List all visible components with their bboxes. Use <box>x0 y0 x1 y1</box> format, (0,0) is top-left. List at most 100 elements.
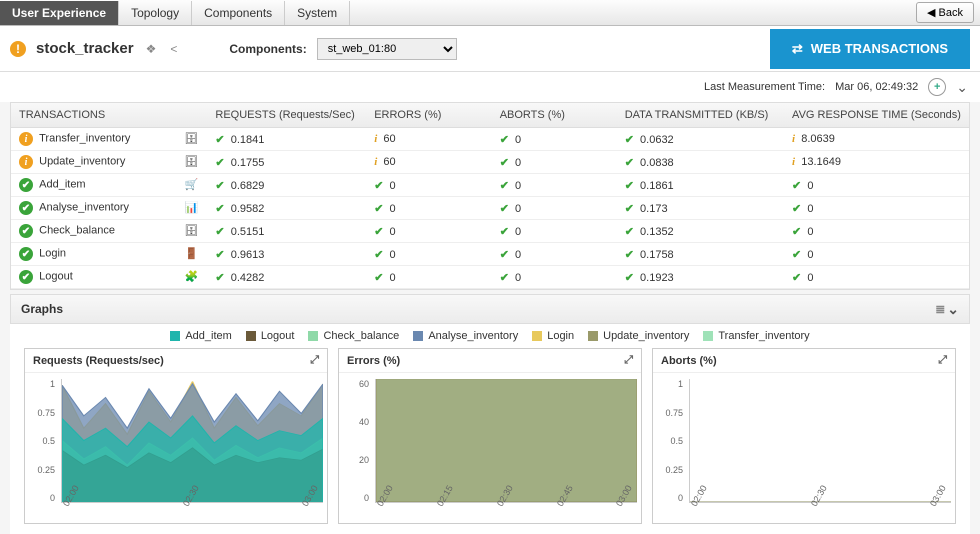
check-icon: ✔ <box>215 272 224 284</box>
table-row[interactable]: ✔ Login🚪✔ 0.9613✔ 0✔ 0✔ 0.1758✔ 0 <box>11 243 969 266</box>
expand-icon[interactable]: ⤢ <box>310 354 319 367</box>
check-icon: ✔ <box>792 203 801 215</box>
transaction-name: Check_balance <box>39 225 115 237</box>
x-axis: 02:0002:1502:3002:4503:00 <box>375 503 637 523</box>
row-type-icon: 🗄 <box>183 132 199 145</box>
check-icon: ✔ <box>215 203 224 215</box>
legend-item[interactable]: Update_inventory <box>588 330 689 342</box>
legend-item[interactable]: Transfer_inventory <box>703 330 809 342</box>
check-icon: ✔ <box>215 226 224 238</box>
check-icon: ✔ <box>625 226 634 238</box>
alert-icon: ! <box>10 41 26 57</box>
chart-card: Requests (Requests/sec) ⤢ 10.750.50.250 … <box>24 348 328 524</box>
check-icon: ✔ <box>215 180 224 192</box>
check-icon: ✔ <box>625 203 634 215</box>
warning-icon: i <box>374 133 377 145</box>
check-icon: ✔ <box>792 180 801 192</box>
table-row[interactable]: ✔ Check_balance🗄✔ 0.5151✔ 0✔ 0✔ 0.1352✔ … <box>11 220 969 243</box>
check-icon: ✔ <box>374 249 383 261</box>
legend-label: Update_inventory <box>603 330 689 342</box>
chart-title: Requests (Requests/sec) <box>33 355 164 367</box>
column-header[interactable]: TRANSACTIONS <box>11 103 207 128</box>
legend-label: Add_item <box>185 330 231 342</box>
components-label: Components: <box>229 42 306 56</box>
check-icon: ✔ <box>500 249 509 261</box>
column-header[interactable]: DATA TRANSMITTED (KB/S) <box>617 103 784 128</box>
components-select[interactable]: st_web_01:80 <box>317 38 457 60</box>
measurement-bar: Last Measurement Time: Mar 06, 02:49:32 … <box>0 72 980 102</box>
column-header[interactable]: REQUESTS (Requests/Sec) <box>207 103 366 128</box>
status-icon: ✔ <box>19 247 33 261</box>
add-button[interactable]: + <box>928 78 946 96</box>
transaction-name: Add_item <box>39 179 85 191</box>
column-header[interactable]: AVG RESPONSE TIME (Seconds) <box>784 103 969 128</box>
nav-tab-topology[interactable]: Topology <box>119 1 192 25</box>
legend-item[interactable]: Logout <box>246 330 295 342</box>
nav-tab-user-experience[interactable]: User Experience <box>0 1 119 25</box>
transaction-name: Logout <box>39 271 73 283</box>
expand-icon[interactable]: ⤢ <box>938 354 947 367</box>
chart-settings-icon[interactable]: ≣ <box>933 300 947 318</box>
row-type-icon: 🚪 <box>183 247 199 260</box>
check-icon: ✔ <box>625 272 634 284</box>
check-icon: ✔ <box>500 180 509 192</box>
table-row[interactable]: ✔ Logout🧩✔ 0.4282✔ 0✔ 0✔ 0.1923✔ 0 <box>11 266 969 289</box>
web-transactions-label: WEB TRANSACTIONS <box>811 41 948 56</box>
status-icon: i <box>19 155 33 169</box>
legend-item[interactable]: Add_item <box>170 330 231 342</box>
column-header[interactable]: ABORTS (%) <box>492 103 617 128</box>
graphs-header: Graphs ≣ ⌄ <box>10 294 970 324</box>
page-header: ! stock_tracker ❖ < Components: st_web_0… <box>0 26 980 72</box>
last-measurement-value: Mar 06, 02:49:32 <box>835 81 918 93</box>
table-row[interactable]: i Transfer_inventory🗄✔ 0.1841i 60✔ 0✔ 0.… <box>11 128 969 151</box>
chart-legend: Add_item Logout Check_balance Analyse_inven… <box>10 324 970 348</box>
graphs-chevron-icon[interactable]: ⌄ <box>947 301 959 318</box>
check-icon: ✔ <box>625 157 634 169</box>
layers-icon[interactable]: ❖ <box>144 40 159 58</box>
check-icon: ✔ <box>215 157 224 169</box>
table-row[interactable]: ✔ Analyse_inventory📊✔ 0.9582✔ 0✔ 0✔ 0.17… <box>11 197 969 220</box>
status-icon: ✔ <box>19 178 33 192</box>
back-label: Back <box>939 7 963 19</box>
legend-item[interactable]: Login <box>532 330 574 342</box>
legend-swatch <box>413 331 423 341</box>
status-icon: ✔ <box>19 201 33 215</box>
transactions-table-wrap: TRANSACTIONSREQUESTS (Requests/Sec)ERROR… <box>10 102 970 290</box>
chevron-down-icon[interactable]: ⌄ <box>956 79 968 96</box>
table-row[interactable]: ✔ Add_item🛒✔ 0.6829✔ 0✔ 0✔ 0.1861✔ 0 <box>11 174 969 197</box>
legend-swatch <box>308 331 318 341</box>
last-measurement-label: Last Measurement Time: <box>704 81 825 93</box>
legend-item[interactable]: Check_balance <box>308 330 399 342</box>
check-icon: ✔ <box>792 226 801 238</box>
check-icon: ✔ <box>500 226 509 238</box>
y-axis: 6040200 <box>339 379 373 503</box>
check-icon: ✔ <box>215 134 224 146</box>
check-icon: ✔ <box>500 203 509 215</box>
table-row[interactable]: i Update_inventory🗄✔ 0.1755i 60✔ 0✔ 0.08… <box>11 151 969 174</box>
row-type-icon: 🗄 <box>183 155 199 168</box>
nav-tab-components[interactable]: Components <box>192 1 285 25</box>
warning-icon: i <box>792 156 795 168</box>
check-icon: ✔ <box>625 249 634 261</box>
legend-label: Login <box>547 330 574 342</box>
expand-icon[interactable]: ⤢ <box>624 354 633 367</box>
row-type-icon: 🛒 <box>183 178 199 191</box>
top-nav: User ExperienceTopologyComponentsSystem … <box>0 0 980 26</box>
check-icon: ✔ <box>625 180 634 192</box>
y-axis: 10.750.50.250 <box>25 379 59 503</box>
transaction-name: Update_inventory <box>39 156 125 168</box>
legend-label: Logout <box>261 330 295 342</box>
legend-label: Transfer_inventory <box>718 330 809 342</box>
check-icon: ✔ <box>500 157 509 169</box>
web-transactions-button[interactable]: ⇄ WEB TRANSACTIONS <box>770 29 970 69</box>
check-icon: ✔ <box>792 249 801 261</box>
share-icon[interactable]: < <box>168 40 179 58</box>
legend-item[interactable]: Analyse_inventory <box>413 330 518 342</box>
status-icon: i <box>19 132 33 146</box>
nav-tab-system[interactable]: System <box>285 1 350 25</box>
chart-title: Aborts (%) <box>661 355 717 367</box>
warning-icon: i <box>374 156 377 168</box>
column-header[interactable]: ERRORS (%) <box>366 103 492 128</box>
back-button[interactable]: ◀ Back <box>916 2 974 23</box>
check-icon: ✔ <box>374 203 383 215</box>
